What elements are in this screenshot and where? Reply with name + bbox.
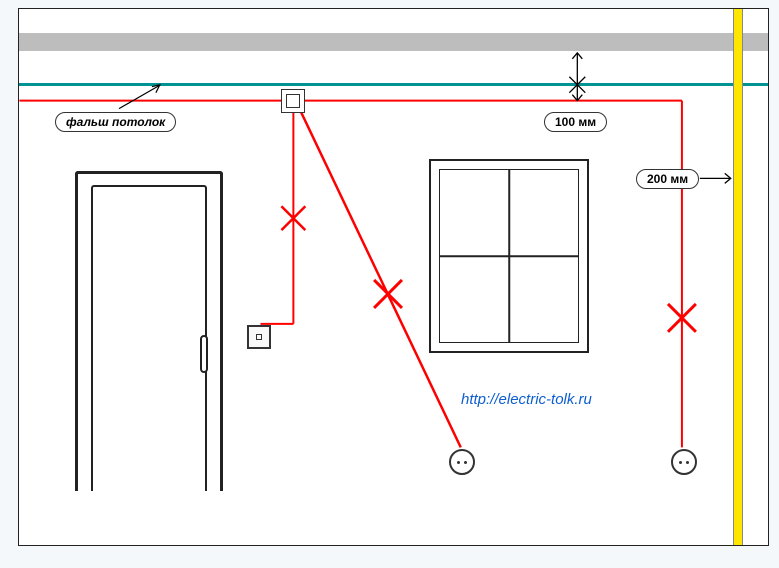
- wiring-diagram-canvas: фальш потолок 100 мм 200 мм http://elect…: [18, 8, 769, 546]
- light-switch: [247, 325, 271, 349]
- socket-left: [449, 449, 475, 475]
- door-handle: [200, 335, 208, 373]
- door: [75, 171, 223, 491]
- label-dim-100: 100 мм: [544, 112, 607, 132]
- junction-box: [281, 89, 305, 113]
- label-dim-200: 200 мм: [636, 169, 699, 189]
- ceiling-slab: [19, 33, 768, 51]
- source-url: http://electric-tolk.ru: [461, 391, 592, 408]
- label-false-ceiling: фальш потолок: [55, 112, 176, 132]
- corner-pipe: [733, 9, 743, 545]
- false-ceiling-line: [19, 83, 768, 86]
- socket-right: [671, 449, 697, 475]
- window: [429, 159, 589, 353]
